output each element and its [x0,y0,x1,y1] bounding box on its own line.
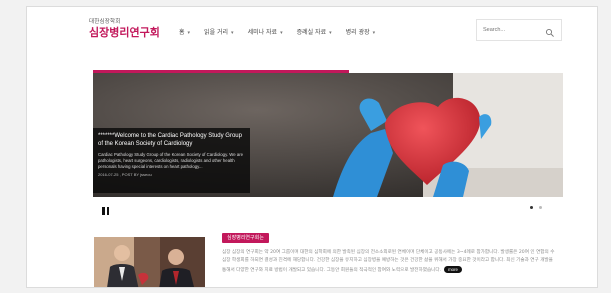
nav-item-cases[interactable]: 증례실 자료 ▾ [297,27,332,36]
chevron-down-icon: ▾ [372,30,376,36]
logo-subtitle: 대한심장학회 [89,19,121,25]
chevron-down-icon: ▾ [231,30,234,36]
slider-dots [530,206,542,209]
more-button[interactable]: more [444,265,462,273]
nav-item-seminar[interactable]: 세미나 자료 ▾ [248,27,283,36]
hero-description: Cardiac Pathology Study Group of the Kor… [98,152,244,169]
pause-icon[interactable] [102,207,110,215]
page: 대한심장학회 심장병리연구회 홈 ▾ 읽을 거리 ▾ 세미나 자료 ▾ 증례실 자료 ▾… [26,6,598,288]
hero-slider[interactable]: *******Welcome to the Cardiac Pathology … [93,73,563,197]
main-nav: 홈 ▾ 읽을 거리 ▾ 세미나 자료 ▾ 증례실 자료 ▾ 병리 광장 ▾ [179,27,375,36]
nav-item-forum[interactable]: 병리 광장 ▾ [346,27,376,36]
news-excerpt-text: 심장 심장의 연구회는 약 20여 그룹이며 대한의 심학회에 의한 발족된 심… [222,250,555,273]
chevron-down-icon: ▾ [187,30,191,36]
nav-item-home[interactable]: 홈 ▾ [179,27,190,36]
nav-item-reading[interactable]: 읽을 거리 ▾ [204,27,234,36]
hero-post-meta: 2016-07-25 , POST BY jsseou [98,172,152,178]
news-thumbnail[interactable] [94,237,205,287]
site-logo[interactable]: 대한심장학회 심장병리연구회 [89,19,160,40]
news-excerpt: 심장 심장의 연구회는 약 20여 그룹이며 대한의 심학회에 의한 발족된 심… [222,249,558,275]
search-icon[interactable] [545,25,555,37]
nav-item-label: 증례실 자료 [296,29,327,36]
nav-item-label: 세미나 자료 [247,29,278,36]
hero-caption[interactable]: *******Welcome to the Cardiac Pathology … [93,128,250,193]
nav-item-label: 홈 [179,29,185,36]
chevron-down-icon: ▾ [329,30,332,36]
logo-title: 심장병리연구회 [89,26,160,39]
nav-item-label: 병리 광장 [345,29,370,36]
news-photo [94,237,205,287]
site-header: 대한심장학회 심장병리연구회 홈 ▾ 읽을 거리 ▾ 세미나 자료 ▾ 증례실 자료 ▾… [27,7,597,67]
nav-item-label: 읽을 거리 [204,29,229,36]
slider-dot-active[interactable] [530,206,533,209]
chevron-down-icon: ▾ [280,30,283,36]
search-box [476,19,562,41]
hero-title[interactable]: *******Welcome to the Cardiac Pathology … [98,133,245,148]
search-input[interactable] [483,25,539,35]
news-category-badge[interactable]: 심장병리연구회는 [222,233,269,243]
slider-dot[interactable] [539,206,542,209]
